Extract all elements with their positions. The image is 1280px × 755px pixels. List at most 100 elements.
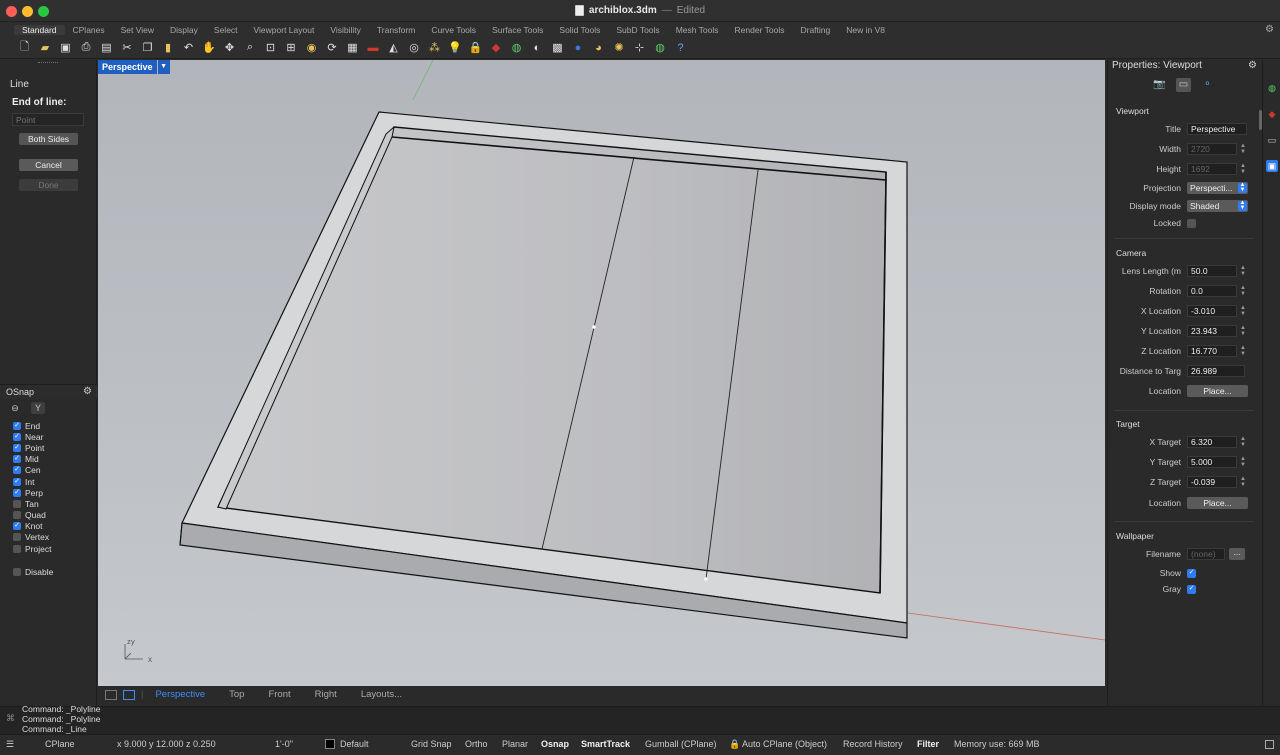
four-viewports-icon[interactable]: ▦ [344, 39, 361, 56]
y-location-field[interactable]: 23.943 [1187, 325, 1237, 337]
tab-top[interactable]: Top [217, 689, 256, 700]
material-sphere-icon[interactable]: ● [570, 39, 587, 56]
osnap-item-tan[interactable]: Tan [13, 498, 51, 509]
chevron-down-icon[interactable]: ▼ [157, 60, 170, 74]
properties-gear-icon[interactable]: ⚙ [1248, 60, 1257, 71]
grid-snap-toggle[interactable]: Grid Snap [411, 739, 452, 749]
tab-subd-tools[interactable]: SubD Tools [608, 25, 667, 35]
cancel-button[interactable]: Cancel [19, 159, 78, 171]
x-target-field[interactable]: 6.320 [1187, 436, 1237, 448]
tab-visibility[interactable]: Visibility [322, 25, 369, 35]
gray-checkbox[interactable]: ✓ [1187, 584, 1196, 594]
sphere-icon[interactable]: ◐ [529, 39, 546, 56]
checkbox-checked-icon[interactable]: ✓ [13, 477, 21, 486]
osnap-item-mid[interactable]: ✓ Mid [13, 454, 51, 465]
list-icon[interactable]: ☰ [6, 739, 14, 750]
paste-icon[interactable]: ▮ [160, 39, 177, 56]
osnap-item-cen[interactable]: ✓ Cen [13, 465, 51, 476]
checkbox-checked-icon[interactable]: ✓ [13, 455, 21, 464]
rotation-field[interactable]: 0.0 [1187, 285, 1237, 297]
properties-icon[interactable]: ◭ [385, 39, 402, 56]
zoom-window-button[interactable] [38, 6, 49, 17]
circle-icon[interactable]: ◎ [406, 39, 423, 56]
tab-standard[interactable]: Standard [14, 24, 65, 35]
tab-right[interactable]: Right [303, 689, 349, 700]
line-end-marker[interactable] [704, 577, 708, 581]
checkbox-checked-icon[interactable]: ✓ [13, 488, 21, 497]
panel-toggle-icon[interactable] [1265, 740, 1274, 749]
tab-viewport-layout[interactable]: Viewport Layout [246, 25, 323, 35]
zoom-icon[interactable]: ⌕ [242, 39, 259, 56]
x-location-stepper-icon[interactable]: ▲ ▼ [1239, 305, 1247, 317]
planar-toggle[interactable]: Planar [502, 739, 528, 749]
checkbox-unchecked-icon[interactable] [13, 544, 21, 553]
display-icon[interactable]: ▭ [1266, 134, 1278, 146]
zoom-extents-icon[interactable]: ⊞ [283, 39, 300, 56]
color-wheel-icon[interactable]: ◍ [1266, 82, 1278, 94]
osnap-item-quad[interactable]: Quad [13, 510, 51, 521]
perspective-viewport[interactable]: z y x Perspective ▼ [98, 60, 1105, 686]
copy-icon[interactable]: ❐ [139, 39, 156, 56]
lens-stepper-icon[interactable]: ▲ ▼ [1239, 265, 1247, 277]
osnap-toggle[interactable]: Osnap [541, 739, 569, 749]
camera-icon[interactable]: 📷 [1152, 78, 1167, 92]
projection-select[interactable]: Perspecti... ▲ ▼ [1187, 182, 1248, 194]
point-input[interactable] [12, 113, 84, 126]
tab-transform[interactable]: Transform [369, 25, 423, 35]
materials-icon[interactable]: ◆ [1266, 108, 1278, 120]
checkbox-checked-icon[interactable]: ✓ [13, 522, 21, 531]
color-wheel-icon[interactable]: ◍ [508, 39, 525, 56]
save-icon[interactable]: ▣ [57, 39, 74, 56]
minimize-window-button[interactable] [22, 6, 33, 17]
target-icon[interactable]: ⚬ [1200, 78, 1215, 92]
viewport-canvas[interactable]: z y x [98, 60, 1105, 686]
rotation-stepper-icon[interactable]: ▲ ▼ [1239, 285, 1247, 297]
points-icon[interactable]: ⁂ [426, 39, 443, 56]
title-field[interactable]: Perspective [1187, 123, 1247, 135]
zoom-selected-icon[interactable]: ◉ [303, 39, 320, 56]
help-icon[interactable]: ? [672, 39, 689, 56]
osnap-filter-icon[interactable]: Y [31, 402, 45, 414]
light-icon[interactable]: 💡 [447, 39, 464, 56]
command-icon[interactable]: ⌘ [6, 713, 15, 724]
camera-place-button[interactable]: Place... [1187, 385, 1248, 397]
panel-grip[interactable] [38, 62, 58, 65]
z-target-stepper-icon[interactable]: ▲ ▼ [1239, 476, 1247, 488]
tab-select[interactable]: Select [206, 25, 246, 35]
cut-icon[interactable]: ✂ [119, 39, 136, 56]
tab-curve-tools[interactable]: Curve Tools [423, 25, 484, 35]
checkbox-unchecked-icon[interactable] [13, 567, 21, 576]
osnap-disable[interactable]: Disable [13, 566, 53, 577]
layer-color-swatch[interactable] [325, 739, 335, 749]
current-layer[interactable]: Default [340, 739, 369, 749]
osnap-item-knot[interactable]: ✓ Knot [13, 521, 51, 532]
single-viewport-icon[interactable] [123, 689, 135, 700]
pan-hand-icon[interactable]: ✋ [201, 39, 218, 56]
lock-icon[interactable]: 🔒 [467, 39, 484, 56]
tab-display[interactable]: Display [162, 25, 206, 35]
checkbox-checked-icon[interactable]: ✓ [13, 443, 21, 452]
grid-layout-icon[interactable] [105, 689, 117, 700]
filter-toggle[interactable]: Filter [917, 739, 939, 749]
viewport-icon[interactable]: ▭ [1176, 78, 1191, 92]
tab-render-tools[interactable]: Render Tools [727, 25, 793, 35]
z-target-field[interactable]: -0.039 [1187, 476, 1237, 488]
checkbox-unchecked-icon[interactable] [13, 511, 21, 520]
tab-layouts[interactable]: Layouts... [349, 689, 414, 700]
tab-surface-tools[interactable]: Surface Tools [484, 25, 551, 35]
osnap-item-near[interactable]: ✓ Near [13, 431, 51, 442]
lens-field[interactable]: 50.0 [1187, 265, 1237, 277]
undo-icon[interactable]: ↶ [180, 39, 197, 56]
zoom-window-icon[interactable]: ⊡ [262, 39, 279, 56]
osnap-item-end[interactable]: ✓ End [13, 420, 51, 431]
osnap-gear-icon[interactable]: ⚙ [83, 386, 92, 397]
both-sides-button[interactable]: Both Sides [19, 133, 78, 145]
smarttrack-toggle[interactable]: SmartTrack [581, 739, 630, 749]
paste-special-icon[interactable]: ▤ [98, 39, 115, 56]
cplane-status[interactable]: CPlane [45, 739, 75, 749]
layer-icon[interactable]: ◆ [488, 39, 505, 56]
osnap-item-project[interactable]: Project [13, 543, 51, 554]
line-point-marker[interactable] [592, 325, 596, 329]
properties-tab-icon[interactable]: ▣ [1266, 160, 1278, 172]
record-history-toggle[interactable]: Record History [843, 739, 903, 749]
